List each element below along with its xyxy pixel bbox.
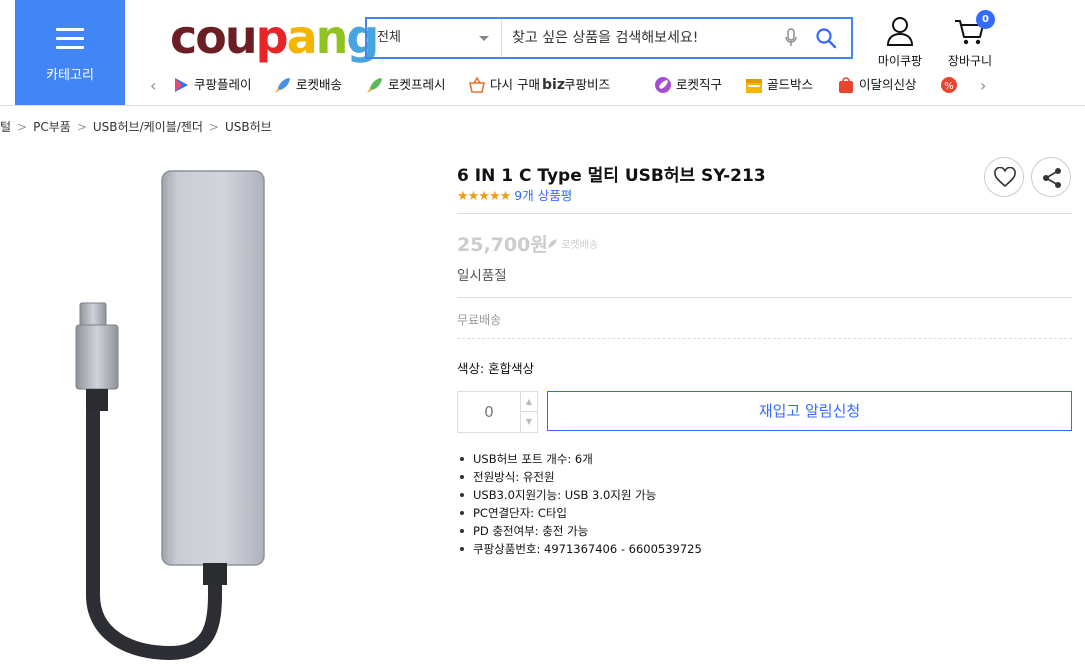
subnav-item-new-arrivals[interactable]: 이달의신상	[837, 74, 917, 96]
spec-item: USB3.0지원기능: USB 3.0지원 가능	[457, 486, 702, 504]
hamburger-icon	[56, 28, 84, 50]
increment-icon[interactable]: ▲	[520, 392, 537, 412]
logo-letter: p	[255, 10, 289, 64]
spec-list: USB허브 포트 개수: 6개 전원방식: 유전원 USB3.0지원기능: US…	[457, 450, 702, 558]
breadcrumb-item[interactable]: PC부품	[33, 120, 71, 134]
subnav-item-biz[interactable]: biz 쿠팡비즈	[542, 74, 610, 96]
divider	[457, 213, 1072, 214]
rocket-icon	[546, 239, 557, 250]
star-rating-icon: ★★★★★	[457, 189, 511, 204]
subnav-label: 다시 구매	[490, 77, 540, 92]
search-scope-select[interactable]: 전체	[367, 19, 502, 57]
rocket-icon	[275, 78, 290, 93]
site-header: 카테고리 coupang 전체 마이쿠팡 장바구니	[0, 0, 1085, 106]
breadcrumb-item[interactable]: 털	[0, 120, 11, 134]
spec-item: 전원방식: 유전원	[457, 468, 702, 486]
new-bag-icon	[839, 77, 853, 93]
subnav-item-rebuy[interactable]: 다시 구매	[468, 74, 540, 96]
subnav-item-rocket-global[interactable]: 로켓직구	[654, 74, 722, 96]
product-title: 6 IN 1 C Type 멀티 USB허브 SY-213	[457, 166, 766, 186]
search-scope-value: 전체	[377, 30, 401, 45]
share-button[interactable]	[1031, 157, 1071, 197]
share-icon	[1043, 168, 1061, 188]
category-menu-button[interactable]: 카테고리	[15, 0, 125, 105]
mypage-link[interactable]: 마이쿠팡	[870, 16, 930, 69]
cart-count-badge: 0	[976, 10, 995, 29]
subnav-label: 로켓프레시	[388, 77, 446, 92]
decrement-icon[interactable]: ▼	[520, 412, 537, 432]
search-input[interactable]	[512, 27, 772, 49]
product-rating[interactable]: ★★★★★ 9개 상품평	[457, 185, 572, 204]
product-price: 25,700원	[457, 234, 548, 256]
mypage-label: 마이쿠팡	[877, 54, 923, 68]
subnav-label: 쿠팡플레이	[194, 77, 252, 92]
breadcrumb-item[interactable]: USB허브/케이블/젠더	[93, 120, 203, 134]
microphone-icon[interactable]	[785, 28, 797, 48]
breadcrumb-separator: >	[76, 120, 87, 134]
breadcrumb-separator: >	[17, 120, 28, 134]
rocket-global-icon	[655, 77, 671, 93]
chevron-left-icon[interactable]: ‹	[150, 76, 156, 95]
basket-icon	[469, 76, 485, 93]
logo-letter: o	[195, 10, 227, 64]
percent-icon[interactable]: %	[940, 76, 958, 94]
logo-letter: u	[224, 10, 258, 64]
rocket-tag-label: 로켓배송	[561, 240, 598, 251]
heart-icon	[994, 167, 1016, 188]
coupang-logo[interactable]: coupang	[170, 10, 379, 64]
rocket-delivery-badge: 로켓배송	[546, 236, 598, 251]
breadcrumb-item[interactable]: USB허브	[225, 120, 272, 134]
spec-item: 쿠팡상품번호: 4971367406 - 6600539725	[457, 540, 702, 558]
cart-label: 장바구니	[947, 54, 993, 68]
rocket-fresh-icon	[367, 78, 382, 93]
option-color: 색상: 혼합색상	[457, 361, 535, 376]
breadcrumb-separator: >	[208, 120, 219, 134]
divider	[457, 297, 1072, 298]
logo-letter: a	[286, 10, 318, 64]
restock-alert-button[interactable]: 재입고 알림신청	[547, 391, 1072, 431]
user-icon	[886, 17, 914, 46]
subnav-label: 이달의신상	[859, 77, 917, 92]
divider	[457, 338, 1072, 339]
shipping-info: 무료배송	[457, 313, 502, 327]
quantity-stepper[interactable]: 0 ▲ ▼	[457, 391, 538, 433]
svg-text:%: %	[944, 81, 954, 92]
favorite-button[interactable]	[984, 157, 1024, 197]
subnav-item-goldbox[interactable]: 골드박스	[745, 74, 813, 96]
review-count-link[interactable]: 9개 상품평	[514, 188, 572, 203]
logo-letter: c	[170, 10, 197, 64]
subnav-item-coupang-play[interactable]: 쿠팡플레이	[172, 74, 252, 96]
spec-item: PD 충전여부: 충전 가능	[457, 522, 702, 540]
spec-item: PC연결단자: C타입	[457, 504, 702, 522]
spec-item: USB허브 포트 개수: 6개	[457, 450, 702, 468]
biz-icon: biz	[542, 77, 565, 93]
stock-status: 일시품절	[457, 268, 507, 284]
product-image	[75, 170, 265, 660]
logo-letter: n	[315, 10, 349, 64]
subnav-label: 로켓배송	[296, 77, 343, 92]
search-icon[interactable]	[815, 27, 837, 49]
subnav-label: 로켓직구	[676, 77, 723, 92]
search-bar: 전체	[365, 17, 853, 59]
subnav-label: 골드박스	[767, 77, 814, 92]
breadcrumb: 털 > PC부품 > USB허브/케이블/젠더 > USB허브	[0, 118, 272, 135]
caret-down-icon	[479, 36, 489, 41]
chevron-right-icon[interactable]: ›	[980, 76, 986, 95]
category-label: 카테고리	[46, 68, 94, 83]
subnav-label: 쿠팡비즈	[564, 77, 611, 92]
subnav-item-rocket-fresh[interactable]: 로켓프레시	[366, 74, 446, 96]
sub-navigation: ‹ 쿠팡플레이 로켓배송 로켓프레시 다시 구매 biz 쿠팡비즈 로켓직구 골…	[150, 74, 1000, 96]
play-icon	[175, 78, 188, 92]
subnav-item-rocket[interactable]: 로켓배송	[274, 74, 342, 96]
quantity-value[interactable]: 0	[458, 392, 520, 432]
goldbox-icon	[746, 79, 762, 93]
